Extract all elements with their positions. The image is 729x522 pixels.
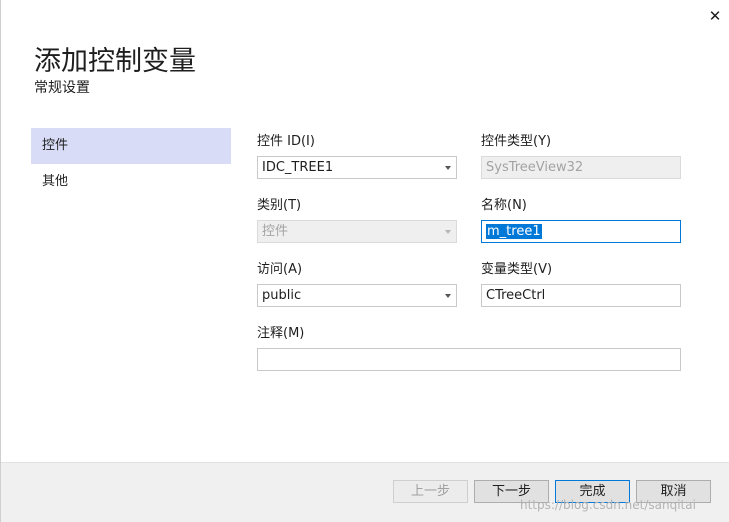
- variable-type-value: CTreeCtrl: [486, 288, 546, 303]
- dialog-footer: 上一步 下一步 完成 取消: [1, 462, 729, 522]
- variable-type-label: 变量类型(V): [481, 262, 553, 277]
- watermark-text: https://blog.csdn.net/sanqitai: [520, 498, 696, 512]
- access-value: public: [262, 288, 302, 303]
- settings-nav: 控件 其他: [31, 128, 231, 200]
- name-input[interactable]: m_tree1: [481, 220, 681, 243]
- category-dropdown: 控件: [257, 220, 457, 243]
- nav-item-control[interactable]: 控件: [31, 128, 231, 164]
- control-id-value: IDC_TREE1: [262, 160, 334, 175]
- category-value: 控件: [262, 224, 289, 239]
- category-label: 类别(T): [257, 198, 302, 213]
- add-control-variable-dialog: ✕ 添加控制变量 常规设置 控件 其他 控件 ID(I) IDC_TREE1 控…: [0, 0, 729, 522]
- dialog-title: 添加控制变量: [34, 46, 196, 77]
- access-label: 访问(A): [257, 262, 303, 277]
- dialog-subtitle: 常规设置: [34, 80, 90, 96]
- control-type-label: 控件类型(Y): [481, 134, 552, 149]
- control-type-field: SysTreeView32: [481, 156, 681, 179]
- chevron-down-icon: [445, 230, 451, 234]
- prev-button[interactable]: 上一步: [393, 480, 468, 503]
- comment-label: 注释(M): [257, 326, 305, 341]
- comment-input[interactable]: [257, 348, 681, 371]
- access-dropdown[interactable]: public: [257, 284, 457, 307]
- name-label: 名称(N): [481, 198, 527, 213]
- chevron-down-icon: [445, 166, 451, 170]
- chevron-down-icon: [445, 294, 451, 298]
- close-icon[interactable]: ✕: [705, 6, 725, 26]
- variable-type-input[interactable]: CTreeCtrl: [481, 284, 681, 307]
- control-id-dropdown[interactable]: IDC_TREE1: [257, 156, 457, 179]
- control-id-label: 控件 ID(I): [257, 134, 315, 149]
- nav-item-other[interactable]: 其他: [31, 164, 231, 200]
- control-type-value: SysTreeView32: [486, 160, 584, 175]
- name-value: m_tree1: [486, 224, 542, 239]
